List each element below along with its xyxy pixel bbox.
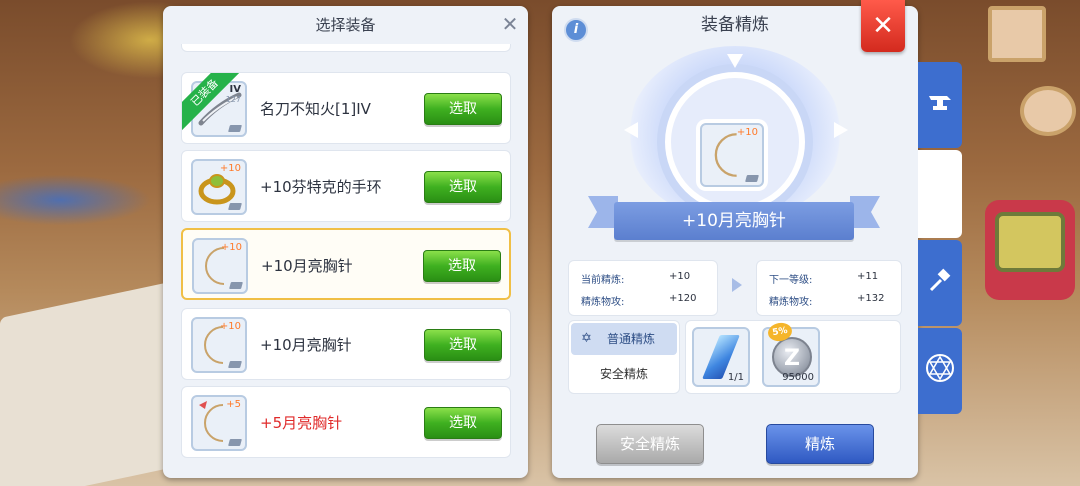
moon-brooch-icon: +5: [191, 395, 247, 451]
moon-brooch-icon: +10: [192, 238, 248, 294]
item-banner: +10月亮胸针: [614, 202, 854, 240]
card-slot-icon: [228, 439, 242, 446]
card-slot-icon: [745, 175, 759, 182]
list-item[interactable]: IV 127 已装备 名刀不知火[1]IV 选取: [181, 72, 511, 144]
item-name: +10芬特克的手环: [260, 178, 382, 196]
select-button[interactable]: 选取: [424, 93, 502, 125]
background-tv: [985, 200, 1075, 300]
tab-refine[interactable]: [918, 62, 962, 148]
background-picture-frame: [988, 6, 1046, 62]
select-button[interactable]: 选取: [424, 407, 502, 439]
hexagram-icon: [918, 352, 962, 390]
material-slot[interactable]: 1/1: [692, 327, 750, 387]
next-level-arrow-icon: [732, 278, 742, 292]
safe-refine-option[interactable]: 安全精炼: [569, 365, 679, 382]
panel-header: 选择装备 ✕: [163, 6, 528, 44]
refine-panel: 装备精炼 i ✕ +10 +10月亮胸针 当前精炼: +10 精炼物攻: +12…: [552, 0, 918, 478]
current-stats: 当前精炼: +10 精炼物攻: +120: [568, 260, 718, 316]
refine-mode-selector: ✡ 普通精炼 安全精炼: [568, 320, 680, 394]
close-icon[interactable]: ✕: [500, 14, 520, 34]
select-button[interactable]: 选取: [424, 329, 502, 361]
moon-brooch-icon: +10: [191, 317, 247, 373]
item-name: +5月亮胸针: [260, 414, 343, 432]
background-picture-frame: [1020, 86, 1076, 136]
select-button[interactable]: 选取: [423, 250, 501, 282]
safe-refine-button[interactable]: 安全精炼: [596, 424, 704, 464]
tab-blank[interactable]: [918, 150, 962, 238]
card-slot-icon: [228, 361, 242, 368]
banner-ribbon: [850, 196, 880, 228]
item-name: +10月亮胸针: [260, 336, 352, 354]
background-floor: [0, 281, 170, 486]
next-stats: 下一等级: +11 精炼物攻: +132: [756, 260, 902, 316]
panel-title: 选择装备: [315, 16, 376, 34]
refine-button[interactable]: 精炼: [766, 424, 874, 464]
list-item[interactable]: [181, 44, 511, 52]
aura-arrow-top: [727, 54, 743, 68]
item-name: +10月亮胸针: [261, 257, 353, 275]
select-button[interactable]: 选取: [424, 171, 502, 203]
material-slot[interactable]: Z 95000 5%: [762, 321, 820, 387]
card-slot-icon: [229, 282, 243, 289]
list-item[interactable]: +10 +10芬特克的手环 选取: [181, 150, 511, 222]
zeny-coin-icon: Z: [772, 337, 812, 377]
select-equipment-panel: 选择装备 ✕ IV 127 已装备 名刀不知火[1]IV 选取 +10 +10芬…: [163, 6, 528, 478]
tab-enchant[interactable]: [918, 240, 962, 326]
hammer-icon: [918, 268, 962, 300]
moon-brooch-icon: +10: [700, 123, 764, 187]
aura-arrow-right: [834, 122, 848, 138]
item-name: 名刀不知火[1]IV: [260, 100, 371, 118]
list-item[interactable]: +10 +10月亮胸针 选取: [181, 308, 511, 380]
equipped-badge: 已装备: [182, 73, 242, 132]
card-slot-icon: [228, 203, 242, 210]
tab-magic[interactable]: [918, 328, 962, 414]
list-item-selected[interactable]: +10 +10月亮胸针 选取: [181, 228, 511, 300]
anvil-icon: [918, 90, 962, 122]
close-button[interactable]: ✕: [861, 0, 905, 52]
list-item[interactable]: +5 +5月亮胸针 选取: [181, 386, 511, 458]
normal-refine-option[interactable]: ✡ 普通精炼: [571, 323, 677, 355]
info-icon[interactable]: i: [564, 18, 588, 42]
aura-arrow-left: [624, 122, 638, 138]
star-icon: ✡: [581, 331, 592, 346]
materials-box: 1/1 Z 95000 5%: [685, 320, 901, 394]
equipment-list[interactable]: IV 127 已装备 名刀不知火[1]IV 选取 +10 +10芬特克的手环 选…: [181, 44, 511, 464]
bracelet-icon: +10: [191, 159, 247, 215]
